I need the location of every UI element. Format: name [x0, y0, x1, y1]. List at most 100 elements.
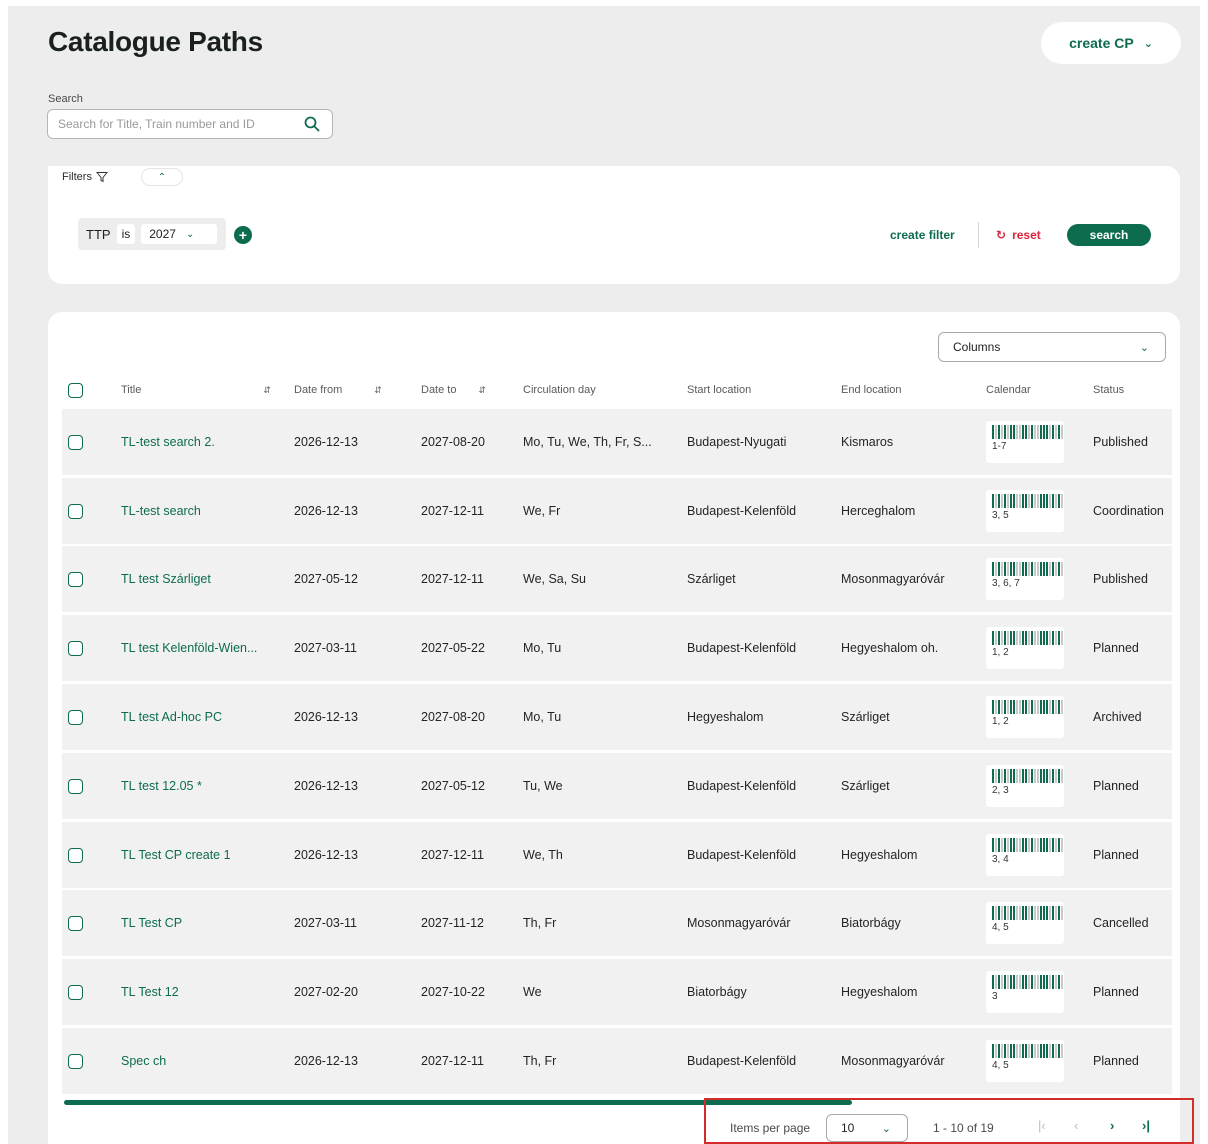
calendar-bars-icon [992, 700, 1063, 714]
last-page-icon[interactable]: ›| [1142, 1118, 1150, 1133]
calendar-day-mark [1007, 494, 1009, 508]
row-title-link[interactable]: TL test Ad-hoc PC [121, 684, 286, 750]
row-title-link[interactable]: TL-test search 2. [121, 409, 286, 475]
column-header-date-to[interactable]: Date to ⇵ [421, 384, 486, 396]
calendar-day-mark [1025, 562, 1027, 576]
columns-select[interactable]: Columns ⌄ [938, 332, 1166, 362]
calendar-day-mark [1034, 631, 1036, 645]
column-header-date-from-label: Date from [294, 384, 343, 396]
row-checkbox-cell [68, 822, 83, 888]
calendar-day-mark [1025, 906, 1027, 920]
calendar-day-mark [1052, 494, 1054, 508]
filter-chip-ttp[interactable]: TTP is 2027 ⌄ [78, 218, 226, 250]
table-row[interactable]: TL-test search 2026-12-13 2027-12-11 We, Fr… [62, 478, 1172, 544]
calendar-day-mark [1031, 975, 1033, 989]
table-row[interactable]: TL test 12.05 * 2026-12-13 2027-05-12 Tu, W… [62, 753, 1172, 819]
columns-select-label: Columns [953, 340, 1001, 354]
row-title-link[interactable]: TL-test search [121, 478, 286, 544]
table-row[interactable]: TL test Kelenföld-Wien... 2027-03-11 2027-… [62, 615, 1172, 681]
table-row[interactable]: TL Test CP create 1 2026-12-13 2027-12-11 W… [62, 822, 1172, 888]
calendar-day-mark [992, 562, 994, 576]
table-row[interactable]: TL Test 12 2027-02-20 2027-10-22 We Biatorbá… [62, 959, 1172, 1025]
reset-button[interactable]: ↻ reset [996, 228, 1041, 242]
pagination: Items per page 10 ⌄ 1 - 10 of 19 |‹ ‹ › … [708, 1109, 1168, 1144]
table-row[interactable]: TL-test search 2. 2026-12-13 2027-08-20 Mo,… [62, 409, 1172, 475]
next-page-icon[interactable]: › [1110, 1118, 1114, 1133]
calendar-days-label: 3 [992, 991, 998, 1002]
search-input[interactable] [58, 117, 288, 131]
calendar-widget: 2, 3 [986, 765, 1064, 807]
row-checkbox[interactable] [68, 640, 83, 656]
calendar-day-mark [998, 425, 1000, 439]
filters-toggle[interactable]: Filters [62, 171, 108, 183]
row-checkbox[interactable] [68, 984, 83, 1000]
previous-page-icon[interactable]: ‹ [1074, 1118, 1078, 1133]
calendar-day-mark [1052, 562, 1054, 576]
row-checkbox[interactable] [68, 1053, 83, 1069]
calendar-day-mark [1043, 906, 1045, 920]
table-row[interactable]: TL Test CP 2027-03-11 2027-11-12 Th, Fr Moso… [62, 890, 1172, 956]
first-page-icon[interactable]: |‹ [1038, 1118, 1046, 1133]
sort-icon[interactable]: ⇵ [478, 385, 486, 396]
row-title-link[interactable]: TL test 12.05 * [121, 753, 286, 819]
row-checkbox[interactable] [68, 434, 83, 450]
sort-icon[interactable]: ⇵ [374, 385, 382, 396]
sort-icon[interactable]: ⇵ [263, 385, 271, 396]
items-per-page-label: Items per page [730, 1121, 811, 1135]
row-checkbox[interactable] [68, 778, 83, 794]
search-icon[interactable] [304, 116, 320, 132]
calendar-day-mark [1055, 425, 1057, 439]
calendar-day-mark [992, 975, 994, 989]
row-title-link[interactable]: TL test Szárliget [121, 546, 286, 612]
calendar-day-mark [1034, 425, 1036, 439]
column-header-status: Status [1093, 384, 1124, 396]
table-row[interactable]: TL test Ad-hoc PC 2026-12-13 2027-08-20 Mo,… [62, 684, 1172, 750]
row-checkbox[interactable] [68, 503, 83, 519]
row-title-link[interactable]: TL Test CP [121, 890, 286, 956]
row-title-link[interactable]: TL test Kelenföld-Wien... [121, 615, 286, 681]
calendar-days-label: 1-7 [992, 441, 1007, 452]
calendar-day-mark [1049, 906, 1051, 920]
search-button[interactable]: search [1067, 224, 1151, 246]
calendar-day-mark [1004, 1044, 1006, 1058]
row-circulation-day: Th, Fr [523, 1054, 557, 1068]
items-per-page-select[interactable]: 10 ⌄ [826, 1114, 908, 1142]
calendar-day-mark [1040, 1044, 1042, 1058]
row-title-link[interactable]: TL Test CP create 1 [121, 822, 286, 888]
collapse-filters-button[interactable]: ⌃ [142, 169, 182, 185]
create-cp-button[interactable]: create CP ⌄ [1041, 22, 1181, 64]
create-filter-link[interactable]: create filter [890, 228, 955, 242]
column-header-date-from[interactable]: Date from ⇵ [294, 384, 382, 396]
calendar-day-mark [1001, 700, 1003, 714]
table-row[interactable]: TL test Szárliget 2027-05-12 2027-12-11 We,… [62, 546, 1172, 612]
row-date-to: 2027-12-11 [421, 1054, 485, 1068]
select-all-checkbox[interactable] [68, 383, 83, 398]
calendar-day-mark [1055, 631, 1057, 645]
calendar-day-mark [1034, 700, 1036, 714]
row-start-location: Budapest-Kelenföld [687, 779, 797, 793]
row-checkbox[interactable] [68, 571, 83, 587]
page-title: Catalogue Paths [48, 26, 263, 57]
horizontal-scrollbar[interactable] [64, 1100, 852, 1105]
search-field[interactable] [47, 109, 333, 139]
row-date-to: 2027-10-22 [421, 985, 485, 999]
column-header-date-to-label: Date to [421, 384, 457, 396]
row-checkbox[interactable] [68, 915, 83, 931]
calendar-day-mark [998, 769, 1000, 783]
calendar-day-mark [1052, 769, 1054, 783]
calendar-day-mark [1061, 838, 1063, 852]
filter-chip-value-select[interactable]: 2027 ⌄ [141, 224, 218, 244]
table-row[interactable]: Spec ch 2026-12-13 2027-12-11 Th, Fr Budapes… [62, 1028, 1172, 1094]
row-title-link[interactable]: TL Test 12 [121, 959, 286, 1025]
row-checkbox[interactable] [68, 709, 83, 725]
filter-chip-operator[interactable]: is [116, 224, 136, 244]
calendar-day-mark [1040, 700, 1042, 714]
row-calendar: 4, 5 [986, 890, 1064, 956]
row-title-link[interactable]: Spec ch [121, 1028, 286, 1094]
calendar-day-mark [1007, 631, 1009, 645]
row-date-from: 2026-12-13 [294, 779, 358, 793]
filter-panel: TTP is 2027 ⌄ + create filter ↻ reset se… [48, 166, 1180, 284]
add-filter-icon[interactable]: + [234, 226, 252, 244]
row-checkbox[interactable] [68, 847, 83, 863]
column-header-title[interactable]: Title ⇵ [121, 384, 271, 396]
